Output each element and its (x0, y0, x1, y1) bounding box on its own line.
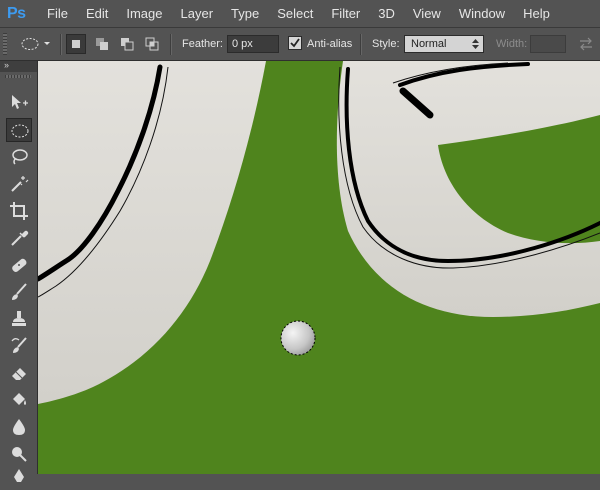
lasso-icon (12, 149, 28, 165)
canvas-artwork (38, 61, 600, 404)
blur-drop-icon (13, 419, 25, 435)
new-selection-button[interactable] (66, 34, 86, 54)
bandage-icon (12, 258, 27, 272)
eyedropper-tool[interactable] (6, 226, 32, 250)
menu-select[interactable]: Select (268, 0, 322, 28)
menu-view[interactable]: View (404, 0, 450, 28)
style-label: Style: (372, 38, 400, 50)
brush-tool[interactable] (6, 280, 32, 304)
separator (170, 34, 171, 55)
tool-preset-picker[interactable] (14, 34, 54, 54)
separator (60, 34, 61, 55)
style-select-value: Normal (411, 38, 447, 50)
paint-bucket-icon (13, 393, 26, 405)
feather-label: Feather: (182, 38, 223, 50)
tools-panel-grip[interactable] (5, 75, 31, 78)
menu-list: File Edit Image Layer Type Select Filter… (38, 0, 559, 28)
options-bar-grip[interactable] (3, 33, 7, 55)
history-brush-icon (11, 337, 27, 353)
add-to-selection-button[interactable] (92, 34, 112, 54)
antialias-checkbox[interactable] (288, 36, 302, 50)
intersect-selection-button[interactable] (142, 34, 162, 54)
dodge-tool[interactable] (6, 442, 32, 466)
dodge-icon (12, 447, 27, 462)
magic-wand-tool[interactable] (6, 172, 32, 196)
width-input[interactable] (530, 35, 566, 53)
ellipse-marquee-preset-icon (21, 38, 50, 50)
menu-file[interactable]: File (38, 0, 77, 28)
width-label: Width: (496, 38, 528, 50)
menu-layer[interactable]: Layer (172, 0, 223, 28)
add-selection-icon (96, 38, 108, 50)
eraser-icon (12, 368, 26, 380)
options-bar: Feather: Anti-alias Style: Normal Width: (0, 28, 600, 61)
pen-icon (14, 469, 24, 482)
feather-input[interactable] (227, 35, 279, 53)
elliptical-marquee-icon (11, 124, 29, 138)
document-canvas[interactable] (38, 61, 600, 474)
antialias-label: Anti-alias (307, 38, 353, 50)
elliptical-marquee-tool[interactable] (6, 118, 32, 142)
menu-3d[interactable]: 3D (369, 0, 404, 28)
clone-stamp-tool[interactable] (6, 307, 32, 331)
separator (360, 34, 361, 55)
intersect-selection-icon (145, 37, 159, 51)
stamp-icon (12, 311, 26, 326)
menu-filter[interactable]: Filter (322, 0, 369, 28)
crop-tool[interactable] (6, 199, 32, 223)
spot-healing-brush-tool[interactable] (6, 253, 32, 277)
subtract-from-selection-button[interactable] (117, 34, 137, 54)
elliptical-selection[interactable] (280, 320, 316, 356)
move-tool[interactable] (6, 91, 32, 115)
menu-type[interactable]: Type (222, 0, 268, 28)
paint-bucket-tool[interactable] (6, 388, 32, 412)
menu-help[interactable]: Help (514, 0, 559, 28)
menu-image[interactable]: Image (117, 0, 171, 28)
select-arrows-icon (472, 39, 479, 49)
collapse-tools-icon[interactable]: ›› (4, 60, 9, 70)
blur-tool[interactable] (6, 415, 32, 439)
menu-edit[interactable]: Edit (77, 0, 117, 28)
new-selection-icon (72, 40, 80, 48)
pen-tool[interactable] (6, 466, 32, 490)
photoshop-logo: Ps (7, 5, 26, 22)
lasso-tool[interactable] (6, 145, 32, 169)
history-brush-tool[interactable] (6, 334, 32, 358)
tools-panel-header[interactable]: ›› (0, 60, 37, 72)
eraser-tool[interactable] (6, 361, 32, 385)
eyedropper-icon (11, 230, 29, 246)
brush-icon (12, 283, 27, 300)
move-tool-icon (12, 95, 28, 109)
menu-bar: Ps File Edit Image Layer Type Select Fil… (0, 0, 600, 28)
subtract-selection-icon (121, 38, 134, 51)
tools-panel: ›› (0, 60, 38, 482)
style-select[interactable]: Normal (404, 35, 484, 53)
magic-wand-icon (11, 176, 29, 192)
menu-window[interactable]: Window (450, 0, 514, 28)
checkmark-icon (290, 38, 300, 48)
crop-icon (10, 202, 28, 220)
swap-width-height-icon[interactable] (578, 37, 594, 51)
